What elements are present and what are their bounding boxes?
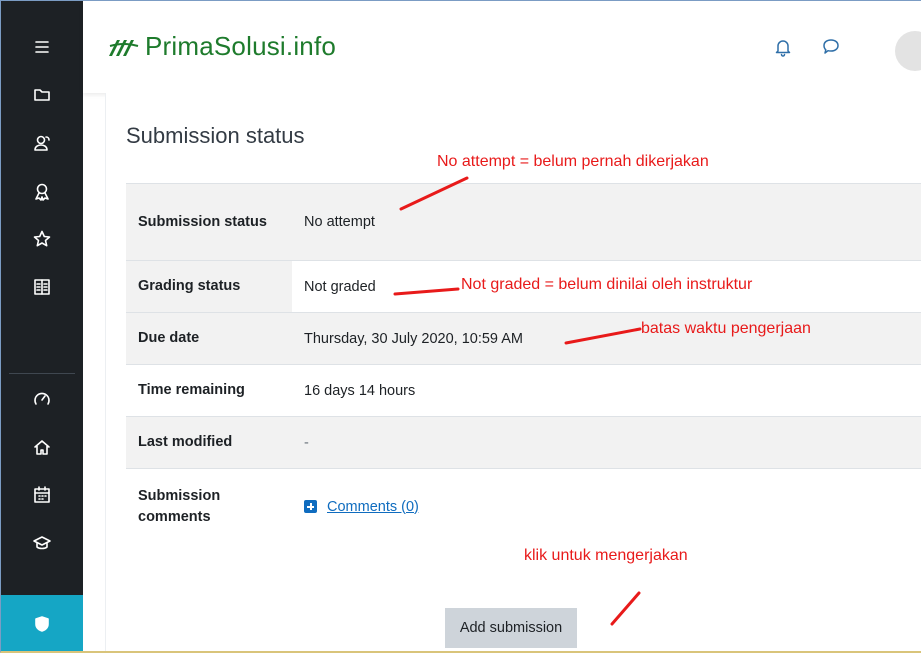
annotation-not-graded: Not graded = belum dinilai oleh instrukt… [461, 276, 753, 293]
menu-icon [35, 41, 49, 53]
site-brand[interactable]: PrimaSolusi.info [107, 31, 336, 62]
badge-icon [35, 183, 49, 201]
comments-link[interactable]: Comments (0) [304, 499, 419, 515]
user-avatar[interactable] [895, 31, 921, 71]
row-value: - [304, 434, 309, 451]
chat-icon [823, 39, 839, 54]
menu-toggle-button[interactable] [1, 23, 83, 71]
add-submission-button[interactable]: Add submission [445, 608, 577, 648]
sidebar-item-competencies[interactable] [1, 215, 83, 263]
row-value: 16 days 14 hours [304, 382, 416, 399]
row-value: No attempt [304, 214, 375, 230]
sidebar-item-badges[interactable] [1, 167, 83, 215]
sidebar-item-participants[interactable] [1, 119, 83, 167]
row-label: Time remaining [138, 382, 245, 398]
sidebar-separator [9, 373, 75, 374]
page-title: Submission status [126, 123, 305, 148]
sidebar-item-my-courses[interactable] [1, 519, 83, 567]
row-label: Submission comments [138, 487, 221, 525]
top-navbar: PrimaSolusi.info [83, 1, 921, 93]
sidebar-item-dashboard[interactable] [1, 375, 83, 423]
graduation-cap-icon [33, 536, 51, 550]
row-value: Thursday, 30 July 2020, 10:59 AM [304, 330, 523, 347]
notifications-button[interactable] [773, 37, 793, 59]
users-icon [34, 135, 50, 151]
table-row: Submission comments Comments (0) [126, 468, 921, 544]
plus-square-icon [304, 500, 317, 513]
site-name: PrimaSolusi.info [145, 31, 337, 61]
table-row: Time remaining 16 days 14 hours [126, 364, 921, 416]
star-icon [33, 230, 51, 247]
logo-icon [109, 39, 139, 56]
annotation-due-date: batas waktu pengerjaan [641, 320, 811, 337]
row-value-container: Comments (0) [292, 499, 419, 515]
main-content: Submission status Submission status No a… [105, 93, 921, 651]
table-row: Last modified - [126, 416, 921, 468]
home-icon [34, 440, 50, 455]
comments-link-label: Comments (0) [327, 498, 419, 515]
course-icon [35, 616, 49, 632]
sidebar-item-grades[interactable] [1, 263, 83, 311]
sidebar-nav [1, 1, 83, 653]
row-label: Due date [138, 330, 200, 346]
bell-icon [775, 40, 791, 57]
sidebar-item-files[interactable] [1, 71, 83, 119]
folder-icon [34, 89, 50, 101]
table-row: Submission status No attempt [126, 183, 921, 260]
row-label: Last modified [138, 434, 233, 450]
sidebar-item-home[interactable] [1, 423, 83, 471]
row-label: Grading status [138, 278, 241, 294]
dashboard-icon [34, 392, 50, 405]
annotation-no-attempt: No attempt = belum pernah dikerjakan [437, 153, 709, 170]
calendar-icon [34, 486, 50, 503]
sidebar-item-course[interactable] [1, 595, 83, 653]
messages-button[interactable] [821, 37, 841, 59]
book-icon [34, 279, 50, 295]
row-label: Submission status [138, 213, 267, 230]
annotation-add-submission: klik untuk mengerjakan [524, 547, 688, 564]
sidebar-item-calendar[interactable] [1, 471, 83, 519]
